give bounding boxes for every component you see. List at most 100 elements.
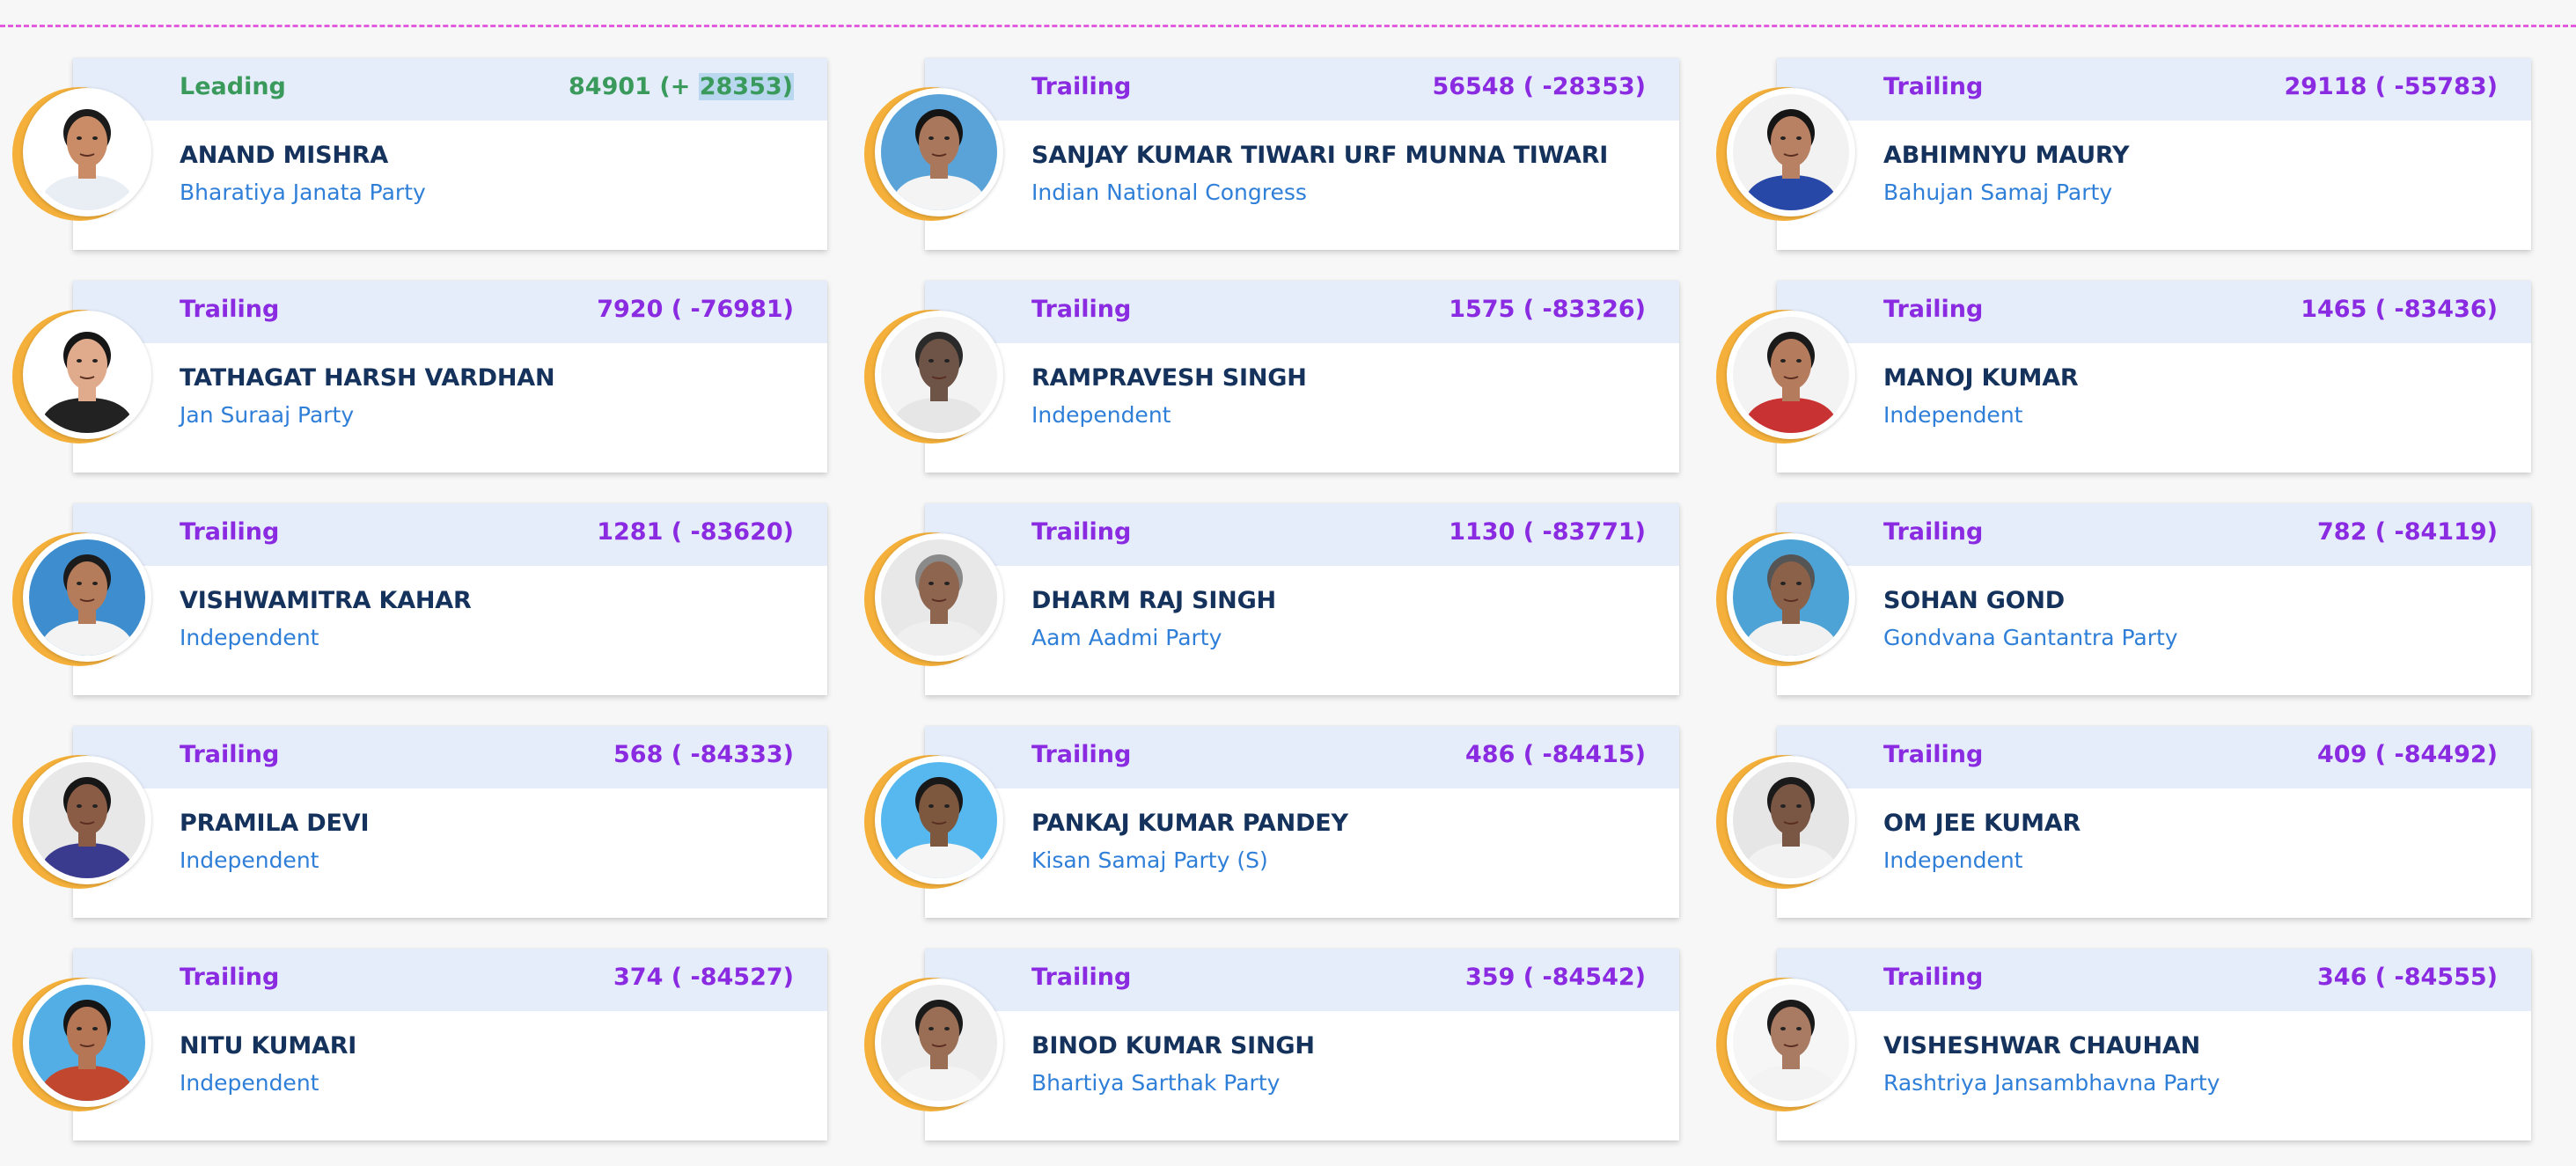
avatar-frame (1727, 979, 1855, 1107)
candidate-votes: 486 ( -84415) (1465, 741, 1646, 768)
candidate-card-body: Trailing 7920 ( -76981) TATHAGAT HARSH VAR… (73, 281, 827, 473)
avatar-accent-ring (1716, 87, 1855, 221)
candidate-photo (29, 94, 145, 210)
avatar-accent-ring (1716, 310, 1855, 444)
candidate-status: Trailing (1031, 296, 1132, 323)
candidate-card-body: Trailing 29118 ( -55783) ABHIMNYU MAURY Bah… (1777, 58, 2531, 250)
candidate-card[interactable]: Trailing 568 ( -84333) PRAMILA DEVI Indepen… (12, 726, 852, 920)
avatar-accent-ring (12, 87, 151, 221)
avatar-frame (23, 979, 151, 1107)
candidate-name: VISHWAMITRA KAHAR (180, 587, 472, 614)
candidate-party: Independent (1883, 847, 2023, 873)
candidate-votes: 1575 ( -83326) (1449, 296, 1646, 323)
candidate-party: Indian National Congress (1031, 180, 1307, 205)
avatar-accent-ring (12, 310, 151, 444)
candidate-name: VISHESHWAR CHAUHAN (1883, 1032, 2201, 1060)
candidate-name: BINOD KUMAR SINGH (1031, 1032, 1315, 1060)
candidate-name: OM JEE KUMAR (1883, 810, 2081, 837)
avatar-frame (875, 979, 1003, 1107)
avatar-accent-ring (1716, 532, 1855, 666)
candidate-card-body: Trailing 782 ( -84119) SOHAN GOND Gondvana … (1777, 503, 2531, 695)
candidate-card[interactable]: Trailing 346 ( -84555) VISHESHWAR CHAUHAN R… (1716, 949, 2556, 1142)
candidate-party: Independent (180, 625, 319, 650)
candidate-votes: 782 ( -84119) (2317, 518, 2498, 546)
candidate-card[interactable]: Trailing 1281 ( -83620) VISHWAMITRA KAHAR I… (12, 503, 852, 697)
candidate-votes-margin-selected: 28353) (698, 73, 794, 100)
candidate-name: SANJAY KUMAR TIWARI URF MUNNA TIWARI (1031, 142, 1609, 169)
candidate-photo (29, 539, 145, 656)
avatar-frame (875, 756, 1003, 884)
candidate-party: Independent (1031, 402, 1171, 428)
candidate-photo (29, 762, 145, 878)
candidate-card[interactable]: Trailing 782 ( -84119) SOHAN GOND Gondvana … (1716, 503, 2556, 697)
candidate-photo (1733, 985, 1849, 1101)
avatar-accent-ring (12, 978, 151, 1111)
candidate-party: Rashtriya Jansambhavna Party (1883, 1070, 2220, 1096)
candidate-name: RAMPRAVESH SINGH (1031, 364, 1307, 392)
candidate-card[interactable]: Trailing 7920 ( -76981) TATHAGAT HARSH VAR… (12, 281, 852, 474)
candidate-name: MANOJ KUMAR (1883, 364, 2079, 392)
avatar-frame (875, 533, 1003, 662)
candidate-party: Bahujan Samaj Party (1883, 180, 2113, 205)
candidate-card[interactable]: Leading 84901 (+ 28353) ANAND MISHRA Bharat… (12, 58, 852, 252)
avatar-frame (875, 311, 1003, 439)
avatar-accent-ring (12, 755, 151, 889)
candidate-votes: 84901 (+ 28353) (569, 73, 794, 100)
candidate-card[interactable]: Trailing 1465 ( -83436) MANOJ KUMAR Indepen… (1716, 281, 2556, 474)
candidate-card-body: Trailing 374 ( -84527) NITU KUMARI Independ… (73, 949, 827, 1140)
candidate-status: Trailing (1883, 964, 1984, 991)
candidate-photo (1733, 539, 1849, 656)
candidate-card-body: Trailing 1281 ( -83620) VISHWAMITRA KAHAR I… (73, 503, 827, 695)
candidate-card-body: Trailing 409 ( -84492) OM JEE KUMAR Indepen… (1777, 726, 2531, 918)
candidate-party: Kisan Samaj Party (S) (1031, 847, 1268, 873)
avatar-frame (23, 533, 151, 662)
candidate-votes: 7920 ( -76981) (597, 296, 794, 323)
candidate-votes: 56548 ( -28353) (1432, 73, 1646, 100)
candidate-photo (1733, 94, 1849, 210)
candidate-votes-count: 84901 (+ (569, 73, 699, 100)
candidate-photo (881, 539, 997, 656)
candidate-party: Bhartiya Sarthak Party (1031, 1070, 1281, 1096)
candidate-status: Trailing (180, 518, 280, 546)
avatar-accent-ring (864, 978, 1003, 1111)
avatar-accent-ring (864, 532, 1003, 666)
candidate-status: Leading (180, 73, 286, 100)
candidate-card-body: Trailing 1465 ( -83436) MANOJ KUMAR Indepen… (1777, 281, 2531, 473)
candidate-photo (1733, 762, 1849, 878)
candidate-card-body: Trailing 359 ( -84542) BINOD KUMAR SINGH Bh… (925, 949, 1679, 1140)
avatar-accent-ring (1716, 755, 1855, 889)
candidate-status: Trailing (1883, 296, 1984, 323)
candidate-votes: 359 ( -84542) (1465, 964, 1646, 991)
candidate-card[interactable]: Trailing 1575 ( -83326) RAMPRAVESH SINGH In… (864, 281, 1704, 474)
avatar-frame (23, 756, 151, 884)
candidate-status: Trailing (1031, 518, 1132, 546)
candidate-photo (881, 94, 997, 210)
candidate-card-body: Trailing 568 ( -84333) PRAMILA DEVI Indepen… (73, 726, 827, 918)
candidate-photo (881, 317, 997, 433)
candidate-status: Trailing (1883, 518, 1984, 546)
candidate-card-body: Trailing 486 ( -84415) PANKAJ KUMAR PANDEY… (925, 726, 1679, 918)
candidate-card-body: Leading 84901 (+ 28353) ANAND MISHRA Bharat… (73, 58, 827, 250)
candidate-card[interactable]: Trailing 1130 ( -83771) DHARM RAJ SINGH Aam… (864, 503, 1704, 697)
candidate-card[interactable]: Trailing 486 ( -84415) PANKAJ KUMAR PANDEY… (864, 726, 1704, 920)
avatar-accent-ring (12, 532, 151, 666)
avatar-frame (23, 88, 151, 216)
candidate-status: Trailing (180, 741, 280, 768)
candidate-status: Trailing (180, 964, 280, 991)
candidate-votes: 374 ( -84527) (613, 964, 794, 991)
candidate-card[interactable]: Trailing 359 ( -84542) BINOD KUMAR SINGH Bh… (864, 949, 1704, 1142)
candidate-votes: 29118 ( -55783) (2284, 73, 2498, 100)
avatar-frame (1727, 88, 1855, 216)
candidate-name: PANKAJ KUMAR PANDEY (1031, 810, 1348, 837)
candidate-card[interactable]: Trailing 29118 ( -55783) ABHIMNYU MAURY Bah… (1716, 58, 2556, 252)
candidate-card[interactable]: Trailing 374 ( -84527) NITU KUMARI Independ… (12, 949, 852, 1142)
candidate-party: Bharatiya Janata Party (180, 180, 426, 205)
candidate-card-body: Trailing 56548 ( -28353) SANJAY KUMAR TIWA… (925, 58, 1679, 250)
candidate-party: Gondvana Gantantra Party (1883, 625, 2178, 650)
candidate-name: SOHAN GOND (1883, 587, 2066, 614)
candidate-name: TATHAGAT HARSH VARDHAN (180, 364, 555, 392)
candidate-card[interactable]: Trailing 56548 ( -28353) SANJAY KUMAR TIWA… (864, 58, 1704, 252)
candidate-name: PRAMILA DEVI (180, 810, 370, 837)
candidate-votes: 1130 ( -83771) (1449, 518, 1646, 546)
candidate-card[interactable]: Trailing 409 ( -84492) OM JEE KUMAR Indepen… (1716, 726, 2556, 920)
